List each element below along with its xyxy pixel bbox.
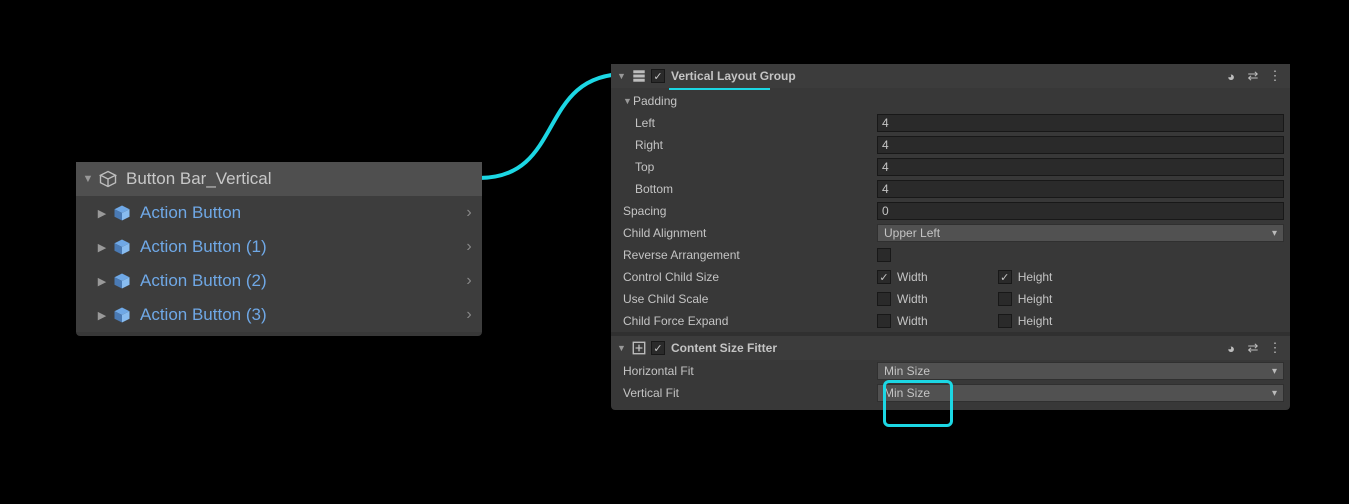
- foldout-right-icon[interactable]: ▶: [96, 309, 108, 322]
- padding-foldout[interactable]: ▼ Padding: [611, 90, 1290, 112]
- hierarchy-row-child-2[interactable]: ▶ Action Button (2) ›: [76, 264, 482, 298]
- control-child-size-label: Control Child Size: [623, 270, 877, 284]
- child-force-expand-label: Child Force Expand: [623, 314, 877, 328]
- hierarchy-row-parent[interactable]: ▼ Button Bar_Vertical: [76, 162, 482, 196]
- padding-bottom-input[interactable]: [877, 180, 1284, 198]
- component-title: Content Size Fitter: [671, 341, 777, 355]
- vertical-fit-value: Min Size: [884, 386, 930, 400]
- scale-height-label: Height: [1018, 292, 1053, 306]
- child-alignment-row: Child Alignment Upper Left: [611, 222, 1290, 244]
- padding-bottom-row: Bottom: [611, 178, 1290, 200]
- use-child-scale-row: Use Child Scale Width Height: [611, 288, 1290, 310]
- open-prefab-chevron-icon[interactable]: ›: [456, 204, 482, 222]
- hierarchy-row-child-3[interactable]: ▶ Action Button (3) ›: [76, 298, 482, 332]
- hierarchy-parent-label: Button Bar_Vertical: [122, 169, 482, 189]
- vertical-fit-label: Vertical Fit: [623, 386, 877, 400]
- use-child-scale-label: Use Child Scale: [623, 292, 877, 306]
- horizontal-fit-row: Horizontal Fit Min Size: [611, 360, 1290, 382]
- child-alignment-dropdown[interactable]: Upper Left: [877, 224, 1284, 242]
- padding-left-input[interactable]: [877, 114, 1284, 132]
- child-alignment-value: Upper Left: [884, 226, 940, 240]
- hierarchy-row-child-0[interactable]: ▶ Action Button ›: [76, 196, 482, 230]
- presets-icon[interactable]: ⇄: [1244, 67, 1262, 85]
- open-prefab-chevron-icon[interactable]: ›: [456, 272, 482, 290]
- horizontal-fit-value: Min Size: [884, 364, 930, 378]
- open-prefab-chevron-icon[interactable]: ›: [456, 238, 482, 256]
- reverse-arrangement-label: Reverse Arrangement: [623, 248, 877, 262]
- vertical-fit-dropdown[interactable]: Min Size: [877, 384, 1284, 402]
- control-child-size-row: Control Child Size Width Height: [611, 266, 1290, 288]
- padding-top-label: Top: [635, 160, 877, 174]
- hierarchy-child-label: Action Button (1): [136, 237, 452, 257]
- spacing-label: Spacing: [623, 204, 877, 218]
- spacing-row: Spacing: [611, 200, 1290, 222]
- prefab-cube-icon: [112, 203, 132, 223]
- component-enabled-checkbox[interactable]: ✓: [651, 69, 665, 83]
- hierarchy-child-label: Action Button (2): [136, 271, 452, 291]
- context-menu-icon[interactable]: ⋮: [1266, 67, 1284, 85]
- hierarchy-child-label: Action Button: [136, 203, 452, 223]
- control-width-checkbox[interactable]: [877, 270, 891, 284]
- foldout-down-icon[interactable]: ▼: [623, 96, 633, 106]
- padding-top-input[interactable]: [877, 158, 1284, 176]
- child-force-expand-row: Child Force Expand Width Height: [611, 310, 1290, 332]
- hierarchy-panel: ▼ Button Bar_Vertical ▶ Action Button › …: [76, 162, 482, 336]
- expand-width-label: Width: [897, 314, 928, 328]
- help-icon[interactable]: ◕: [1222, 339, 1240, 357]
- control-width-label: Width: [897, 270, 928, 284]
- horizontal-fit-dropdown[interactable]: Min Size: [877, 362, 1284, 380]
- padding-bottom-label: Bottom: [635, 182, 877, 196]
- padding-right-label: Right: [635, 138, 877, 152]
- hierarchy-row-child-1[interactable]: ▶ Action Button (1) ›: [76, 230, 482, 264]
- foldout-right-icon[interactable]: ▶: [96, 241, 108, 254]
- prefab-cube-icon: [112, 305, 132, 325]
- foldout-down-icon[interactable]: ▼: [82, 173, 94, 185]
- scale-width-checkbox[interactable]: [877, 292, 891, 306]
- control-height-checkbox[interactable]: [998, 270, 1012, 284]
- component-header-vertical-layout-group[interactable]: ▼ ✓ Vertical Layout Group ◕ ⇄ ⋮: [611, 64, 1290, 88]
- scale-width-label: Width: [897, 292, 928, 306]
- prefab-cube-icon: [112, 271, 132, 291]
- padding-top-row: Top: [611, 156, 1290, 178]
- inspector-panel: ▼ ✓ Vertical Layout Group ◕ ⇄ ⋮ ▼ Paddin…: [611, 64, 1290, 410]
- scale-height-checkbox[interactable]: [998, 292, 1012, 306]
- foldout-right-icon[interactable]: ▶: [96, 207, 108, 220]
- context-menu-icon[interactable]: ⋮: [1266, 339, 1284, 357]
- reverse-arrangement-row: Reverse Arrangement: [611, 244, 1290, 266]
- foldout-right-icon[interactable]: ▶: [96, 275, 108, 288]
- vertical-fit-row: Vertical Fit Min Size: [611, 382, 1290, 404]
- child-alignment-label: Child Alignment: [623, 226, 877, 240]
- reverse-arrangement-checkbox[interactable]: [877, 248, 891, 262]
- gameobject-cube-icon: [98, 169, 118, 189]
- padding-left-row: Left: [611, 112, 1290, 134]
- presets-icon[interactable]: ⇄: [1244, 339, 1262, 357]
- padding-left-label: Left: [635, 116, 877, 130]
- prefab-cube-icon: [112, 237, 132, 257]
- expand-height-checkbox[interactable]: [998, 314, 1012, 328]
- foldout-down-icon[interactable]: ▼: [617, 71, 627, 81]
- padding-right-input[interactable]: [877, 136, 1284, 154]
- foldout-down-icon[interactable]: ▼: [617, 343, 627, 353]
- component-title: Vertical Layout Group: [671, 69, 796, 83]
- content-size-fitter-icon: [631, 340, 647, 356]
- expand-width-checkbox[interactable]: [877, 314, 891, 328]
- horizontal-fit-label: Horizontal Fit: [623, 364, 877, 378]
- open-prefab-chevron-icon[interactable]: ›: [456, 306, 482, 324]
- help-icon[interactable]: ◕: [1222, 67, 1240, 85]
- control-height-label: Height: [1018, 270, 1053, 284]
- expand-height-label: Height: [1018, 314, 1053, 328]
- component-enabled-checkbox[interactable]: ✓: [651, 341, 665, 355]
- spacing-input[interactable]: [877, 202, 1284, 220]
- component-header-content-size-fitter[interactable]: ▼ ✓ Content Size Fitter ◕ ⇄ ⋮: [611, 336, 1290, 360]
- layout-group-icon: [631, 68, 647, 84]
- hierarchy-child-label: Action Button (3): [136, 305, 452, 325]
- padding-label: Padding: [633, 94, 875, 108]
- padding-right-row: Right: [611, 134, 1290, 156]
